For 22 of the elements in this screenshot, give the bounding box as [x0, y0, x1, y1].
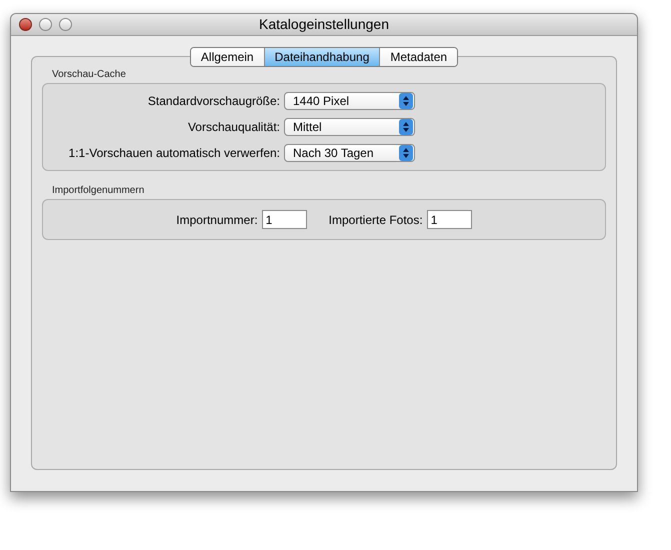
setting-label: 1:1-Vorschauen automatisch verwerfen: [68, 145, 280, 162]
setting-label: Standardvorschaugröße: [148, 93, 280, 110]
dropdown[interactable]: Nach 30 Tagen [284, 144, 415, 162]
tab[interactable]: Dateihandhabung [264, 48, 380, 66]
setting-label: Vorschauqualität: [188, 119, 280, 136]
input-field[interactable]: 1 [426, 210, 472, 229]
stepper-arrows-icon [399, 145, 413, 161]
dropdown[interactable]: Mittel [284, 118, 415, 136]
stepper-arrows-icon [399, 93, 413, 109]
group-title: Vorschau-Cache [51, 68, 126, 82]
field-label: Importierte Fotos: [328, 212, 423, 228]
input-field[interactable]: 1 [262, 210, 307, 229]
window-title: Katalogeinstellungen [259, 15, 389, 34]
field-label: Importnummer: [176, 212, 258, 228]
tab[interactable]: Allgemein [190, 48, 264, 66]
close-button[interactable] [19, 18, 32, 31]
group-title: Importfolgenummern [51, 184, 144, 198]
tab[interactable]: Metadaten [379, 48, 458, 66]
dropdown[interactable]: 1440 Pixel [284, 92, 415, 110]
minimize-button[interactable] [39, 18, 52, 31]
zoom-button[interactable] [59, 18, 72, 31]
stepper-arrows-icon [399, 119, 413, 135]
